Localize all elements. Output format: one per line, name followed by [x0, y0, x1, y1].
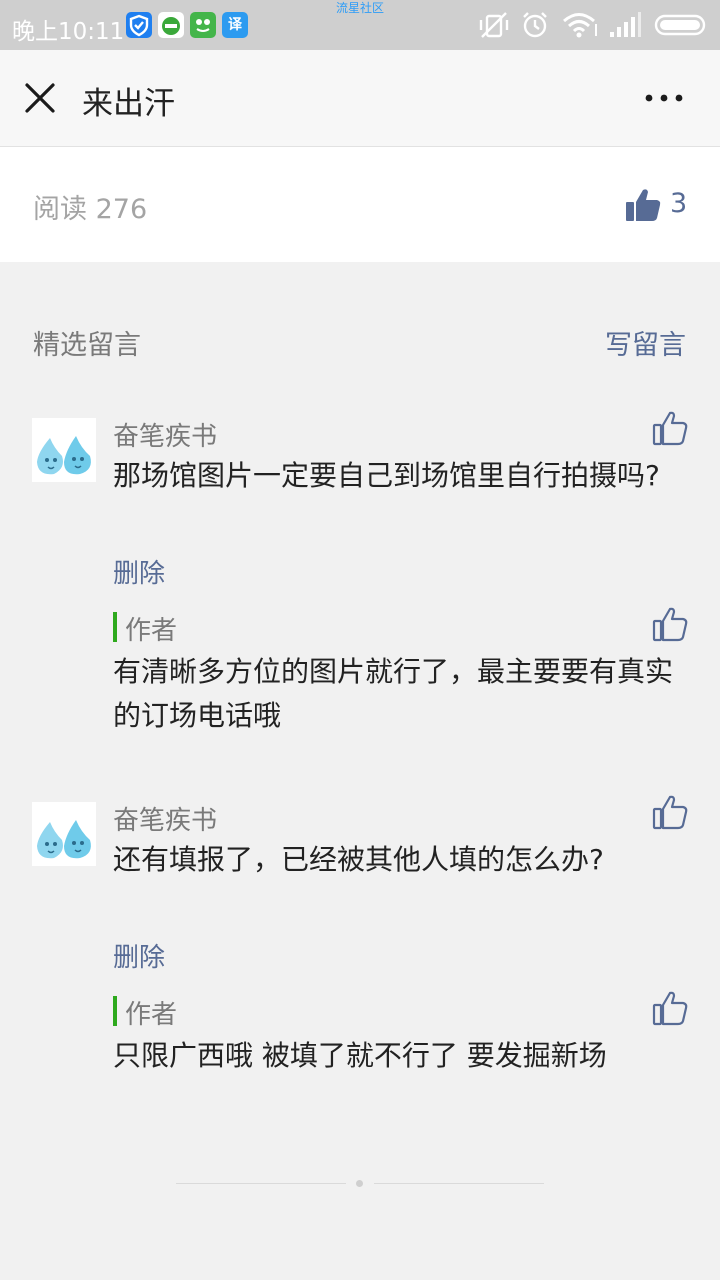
water-drop-avatar-icon — [37, 820, 91, 859]
status-time: 晚上10:11 — [12, 19, 125, 45]
end-divider-line — [374, 1183, 544, 1184]
thumbs-up-icon[interactable] — [652, 990, 688, 1026]
comments-section-title: 精选留言 — [33, 330, 141, 361]
author-reply-marker — [113, 996, 117, 1026]
signal-icon — [610, 12, 641, 37]
article-stats-bar: 阅读 276 3 — [0, 147, 720, 262]
comment-nickname: 奋笔疾书 — [113, 806, 218, 836]
comment-nickname: 奋笔疾书 — [113, 422, 218, 452]
battery-icon — [654, 14, 706, 36]
delete-comment-button[interactable]: 删除 — [113, 553, 165, 590]
reply-content: 有清晰多方位的图片就行了，最主要要有真实的订场电话哦 — [113, 655, 674, 732]
reply-content: 只限广西哦 被填了就不行了 要发掘新场 — [113, 1039, 607, 1072]
nav-bar: 来出汗 — [0, 50, 720, 147]
water-drop-avatar-icon — [37, 436, 91, 475]
close-icon[interactable] — [18, 76, 62, 120]
author-reply-marker — [113, 612, 117, 642]
vibrate-off-icon — [479, 12, 509, 38]
like-count: 3 — [670, 188, 688, 219]
author-label: 作者 — [125, 1000, 178, 1030]
avatar[interactable] — [32, 802, 96, 866]
delete-comment-button[interactable]: 删除 — [113, 937, 165, 974]
thumbs-up-icon[interactable] — [652, 606, 688, 642]
comment-content: 还有填报了，已经被其他人填的怎么办? — [113, 843, 604, 876]
thumbs-up-icon[interactable] — [652, 794, 688, 830]
alarm-icon — [523, 12, 547, 38]
author-label: 作者 — [125, 616, 178, 646]
avatar[interactable] — [32, 418, 96, 482]
more-icon[interactable] — [632, 76, 696, 120]
write-comment-link[interactable]: 写留言 — [605, 323, 686, 362]
thumbs-up-filled-icon[interactable] — [624, 187, 662, 223]
status-bar: 晚上10:11 译 流星社区 — [0, 0, 720, 50]
thumbs-up-icon[interactable] — [652, 410, 688, 446]
page-title: 来出汗 — [82, 86, 175, 122]
wifi-icon — [563, 13, 597, 38]
comment-content: 那场馆图片一定要自己到场馆里自行拍摄吗? — [113, 459, 660, 492]
end-divider-dot — [356, 1180, 363, 1187]
end-divider-line — [176, 1183, 346, 1184]
read-count: 阅读 276 — [33, 194, 148, 225]
